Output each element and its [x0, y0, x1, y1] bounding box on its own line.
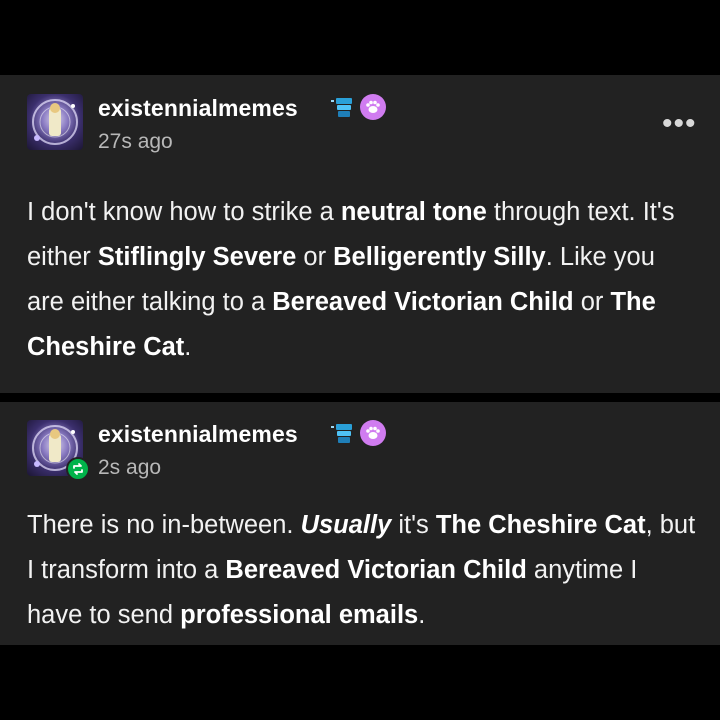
body-text-segment: I don't know how to strike a — [27, 198, 341, 226]
body-text-segment: or — [573, 288, 611, 316]
post-timestamp: 2s ago — [98, 456, 162, 479]
emphasized-text-segment: neutral tone — [340, 198, 487, 226]
body-text-segment: There is no in-between. — [27, 511, 301, 539]
post-timestamp: 27s ago — [98, 130, 173, 153]
user-badges — [330, 94, 386, 120]
post-username[interactable]: existennialmemes — [98, 421, 298, 448]
post-body: There is no in-between. Usually it's The… — [27, 503, 697, 638]
paw-badge-icon[interactable] — [360, 420, 386, 446]
more-options-icon[interactable]: ••• — [662, 109, 697, 139]
robot-badge-icon[interactable] — [330, 96, 356, 118]
emphasized-text-segment: Bereaved Victorian Child — [225, 556, 527, 584]
reblog-icon — [66, 457, 90, 481]
body-text-segment: or — [296, 243, 334, 271]
emphasized-text-segment: Usually — [300, 511, 392, 539]
emphasized-text-segment: professional emails — [180, 601, 419, 629]
emphasized-text-segment: Bereaved Victorian Child — [272, 288, 574, 316]
user-badges — [330, 420, 386, 446]
emphasized-text-segment: Stiflingly Severe — [97, 243, 297, 271]
paw-badge-icon[interactable] — [360, 94, 386, 120]
emphasized-text-segment: Belligerently Silly — [333, 243, 546, 271]
body-text-segment: . — [184, 333, 192, 361]
body-text-segment: it's — [391, 511, 436, 539]
emphasized-text-segment: The Cheshire Cat — [435, 511, 646, 539]
post-body: I don't know how to strike a neutral ton… — [27, 190, 697, 370]
avatar[interactable] — [27, 94, 83, 150]
robot-badge-icon[interactable] — [330, 422, 356, 444]
post-username[interactable]: existennialmemes — [98, 95, 298, 122]
body-text-segment: . — [418, 601, 426, 629]
